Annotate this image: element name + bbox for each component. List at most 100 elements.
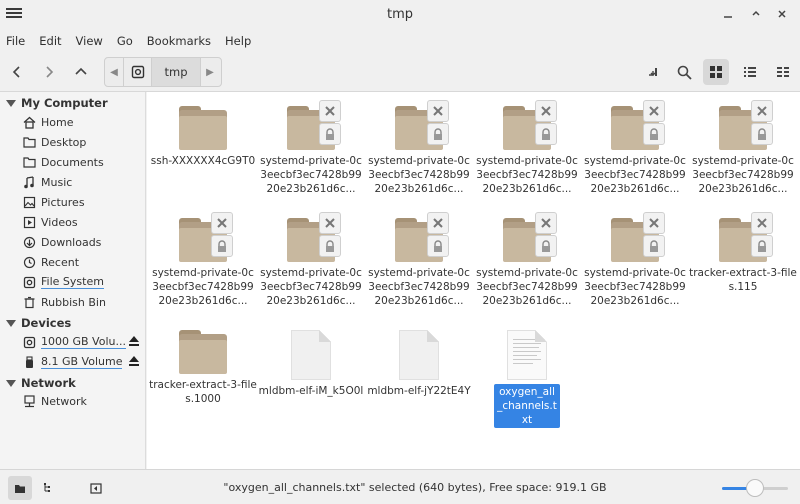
lock-emblem-icon xyxy=(643,123,665,145)
folder-icon xyxy=(15,484,25,493)
file-item[interactable]: systemd-private-0c3eecbf3ec7428b9920e23b… xyxy=(257,212,365,308)
lock-emblem-icon xyxy=(427,123,449,145)
file-item[interactable]: systemd-private-0c3eecbf3ec7428b9920e23b… xyxy=(149,212,257,308)
sidebar-item-recent[interactable]: Recent xyxy=(22,252,144,272)
file-name: tracker-extract-3-files.115 xyxy=(689,267,797,293)
list-view-icon xyxy=(744,67,756,77)
status-bar: "oxygen_all_channels.txt" selected (640 … xyxy=(0,469,800,504)
file-item[interactable]: systemd-private-0c3eecbf3ec7428b9920e23b… xyxy=(365,212,473,308)
folder-icon xyxy=(179,212,233,262)
menu-edit[interactable]: Edit xyxy=(37,30,69,52)
sidebar-item-downloads[interactable]: Downloads xyxy=(22,232,144,252)
minimize-button[interactable] xyxy=(718,5,738,25)
sidebar-item-1000gb-volume[interactable]: 1000 GB Volu... xyxy=(22,332,144,352)
show-places-button[interactable] xyxy=(8,476,32,500)
sidebar-item-file-system[interactable]: File System xyxy=(22,272,144,292)
sidebar-item-desktop[interactable]: Desktop xyxy=(22,132,144,152)
file-item[interactable]: ssh-XXXXXX4cG9T0 xyxy=(149,106,257,168)
folder-icon xyxy=(719,212,773,262)
file-item[interactable]: systemd-private-0c3eecbf3ec7428b9920e23b… xyxy=(473,212,581,308)
sidebar-section-my-computer[interactable]: My Computer xyxy=(6,96,108,110)
path-root-button[interactable] xyxy=(123,58,151,86)
file-item[interactable]: systemd-private-0c3eecbf3ec7428b9920e23b… xyxy=(365,100,473,196)
forward-button[interactable] xyxy=(36,59,62,85)
image-icon xyxy=(22,195,36,209)
sidebar-item-pictures[interactable]: Pictures xyxy=(22,192,144,212)
menu-help[interactable]: Help xyxy=(223,30,259,52)
drive-icon xyxy=(22,275,36,289)
back-button[interactable] xyxy=(4,59,30,85)
sidebar-item-home[interactable]: Home xyxy=(22,112,144,132)
file-item[interactable]: tracker-extract-3-files.1000 xyxy=(149,330,257,406)
menu-file[interactable]: File xyxy=(4,30,33,52)
network-icon xyxy=(22,394,36,408)
menu-view[interactable]: View xyxy=(74,30,111,52)
file-name: mldbm-elf-iM_k5O0l xyxy=(258,385,364,397)
show-treeview-button[interactable] xyxy=(37,476,61,500)
drive-icon xyxy=(22,335,36,349)
no-access-emblem-icon xyxy=(643,212,665,234)
folder-icon xyxy=(395,100,449,150)
lock-emblem-icon xyxy=(427,235,449,257)
zoom-slider-handle[interactable] xyxy=(746,479,764,497)
sidebar-item-music[interactable]: Music xyxy=(22,172,144,192)
file-item[interactable]: systemd-private-0c3eecbf3ec7428b9920e23b… xyxy=(689,100,797,196)
no-access-emblem-icon xyxy=(319,100,341,122)
toggle-location-button[interactable] xyxy=(640,59,666,85)
file-name: systemd-private-0c3eecbf3ec7428b9920e23b… xyxy=(692,155,794,195)
home-icon xyxy=(22,115,36,129)
sidebar-item-rubbish-bin[interactable]: Rubbish Bin xyxy=(22,292,144,312)
path-scroll-left-button[interactable]: ◀ xyxy=(105,58,123,86)
menu-bookmarks[interactable]: Bookmarks xyxy=(145,30,219,52)
search-icon xyxy=(677,65,692,80)
path-scroll-right-button[interactable]: ▶ xyxy=(201,58,219,86)
folder-icon xyxy=(611,100,665,150)
file-name: systemd-private-0c3eecbf3ec7428b9920e23b… xyxy=(368,267,470,307)
no-access-emblem-icon xyxy=(751,212,773,234)
file-name: systemd-private-0c3eecbf3ec7428b9920e23b… xyxy=(584,267,686,307)
eject-icon[interactable] xyxy=(128,335,140,347)
file-item[interactable]: systemd-private-0c3eecbf3ec7428b9920e23b… xyxy=(581,100,689,196)
toggle-sidebar-button[interactable] xyxy=(84,476,108,500)
video-icon xyxy=(22,215,36,229)
file-view[interactable]: ssh-XXXXXX4cG9T0 systemd-private-0c3eecb… xyxy=(147,92,800,469)
icon-view-button[interactable] xyxy=(703,59,729,85)
compact-view-button[interactable] xyxy=(770,59,796,85)
sidebar-section-label: My Computer xyxy=(21,96,108,110)
up-button[interactable] xyxy=(68,59,94,85)
sidebar-item-label: Downloads xyxy=(41,235,102,249)
sidebar-item-8gb-volume[interactable]: 8.1 GB Volume xyxy=(22,352,144,372)
file-item-selected[interactable]: oxygen_all_channels.txt xyxy=(473,330,581,428)
file-name: mldbm-elf-jY22tE4Y xyxy=(367,385,471,397)
file-item[interactable]: mldbm-elf-jY22tE4Y xyxy=(365,330,473,398)
menu-go[interactable]: Go xyxy=(115,30,141,52)
menu-bar: File Edit View Go Bookmarks Help xyxy=(0,30,800,52)
search-button[interactable] xyxy=(671,59,697,85)
sidebar-item-videos[interactable]: Videos xyxy=(22,212,144,232)
file-item[interactable]: tracker-extract-3-files.115 xyxy=(689,212,797,294)
file-item[interactable]: systemd-private-0c3eecbf3ec7428b9920e23b… xyxy=(257,100,365,196)
folder-icon xyxy=(287,212,341,262)
file-item[interactable]: systemd-private-0c3eecbf3ec7428b9920e23b… xyxy=(581,212,689,308)
folder-icon xyxy=(22,155,36,169)
folder-icon xyxy=(719,100,773,150)
sidebar-item-network[interactable]: Network xyxy=(22,391,144,411)
sidebar-section-devices[interactable]: Devices xyxy=(6,316,71,330)
maximize-button[interactable] xyxy=(746,5,766,25)
file-item[interactable]: systemd-private-0c3eecbf3ec7428b9920e23b… xyxy=(473,100,581,196)
lock-emblem-icon xyxy=(319,235,341,257)
eject-icon[interactable] xyxy=(128,355,140,367)
music-icon xyxy=(22,175,36,189)
sidebar-item-documents[interactable]: Documents xyxy=(22,152,144,172)
sidebar-section-network[interactable]: Network xyxy=(6,376,76,390)
list-view-button[interactable] xyxy=(737,59,763,85)
lock-emblem-icon xyxy=(319,123,341,145)
location-entry-icon xyxy=(649,68,657,76)
no-access-emblem-icon xyxy=(427,212,449,234)
trash-icon xyxy=(22,295,36,309)
blank-file-icon xyxy=(291,330,331,380)
file-name: systemd-private-0c3eecbf3ec7428b9920e23b… xyxy=(584,155,686,195)
path-crumb-current[interactable]: tmp xyxy=(151,58,201,86)
file-item[interactable]: mldbm-elf-iM_k5O0l xyxy=(257,330,365,398)
close-button[interactable] xyxy=(772,5,792,25)
